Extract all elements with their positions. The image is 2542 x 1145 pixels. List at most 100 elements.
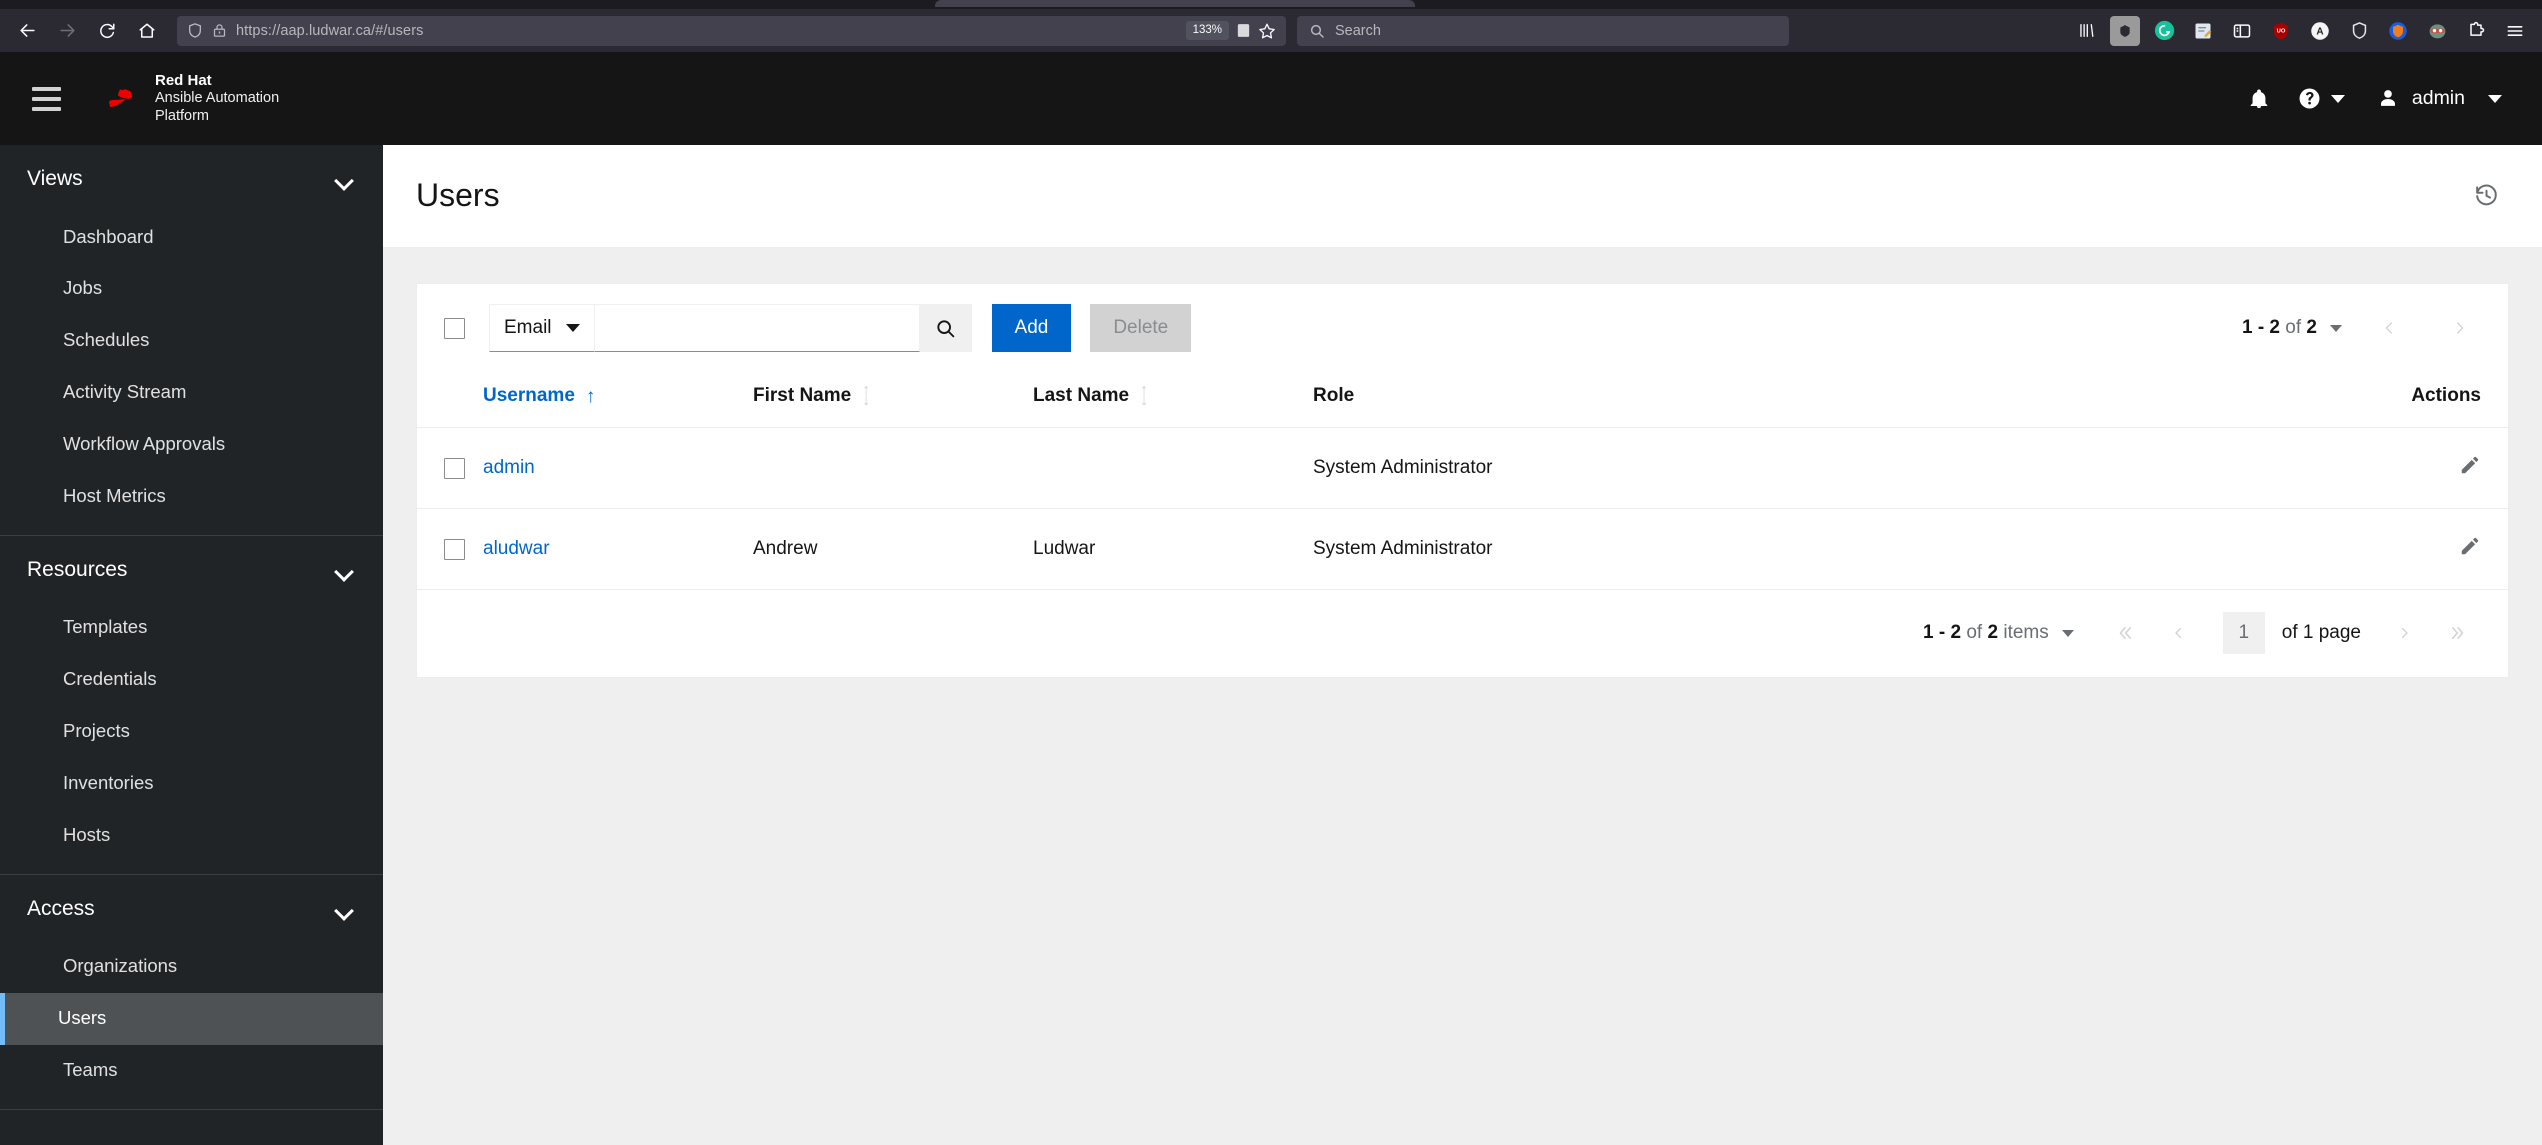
sidebar-item-hosts[interactable]: Hosts	[0, 809, 383, 861]
select-all-checkbox[interactable]	[444, 317, 465, 339]
chevron-down-icon	[335, 904, 352, 914]
user-menu-button[interactable]: admin	[2359, 69, 2516, 129]
sidebar-item-templates[interactable]: Templates	[0, 602, 383, 654]
sidebar-item-activity-stream[interactable]: Activity Stream	[0, 366, 383, 418]
users-table-head: Username ↑ First Name ↑ ↓ Last Name ↑ ↓ …	[417, 371, 2508, 428]
th-actions-label: Actions	[2411, 385, 2481, 406]
brand-logo[interactable]: Red Hat Ansible Automation Platform	[105, 72, 279, 126]
browser-tab[interactable]	[935, 0, 1415, 7]
shield-outline-icon[interactable]	[2344, 16, 2374, 46]
sidebar-item-teams[interactable]: Teams	[0, 1045, 383, 1097]
library-icon[interactable]	[2071, 16, 2101, 46]
back-arrow-icon[interactable]	[8, 15, 46, 47]
home-icon[interactable]	[128, 15, 166, 47]
sidebar-item-schedules[interactable]: Schedules	[0, 315, 383, 367]
reload-icon[interactable]	[88, 15, 126, 47]
edit-pencil-icon[interactable]	[2459, 454, 2481, 476]
privacy-badger-icon[interactable]	[2422, 16, 2452, 46]
user-link[interactable]: aludwar	[483, 538, 550, 559]
cell-first-name: Andrew	[753, 508, 1033, 589]
page-number-input[interactable]	[2222, 612, 2265, 654]
notes-edit-icon[interactable]	[2188, 16, 2218, 46]
red-hat-logo-icon	[105, 84, 143, 112]
edit-pencil-icon[interactable]	[2459, 535, 2481, 557]
sidebar-item-inventories[interactable]: Inventories	[0, 757, 383, 809]
row-select-checkbox[interactable]	[444, 538, 465, 560]
forward-arrow-icon[interactable]	[48, 15, 86, 47]
sidebar-icon[interactable]	[2227, 16, 2257, 46]
sidebar-item-organizations[interactable]: Organizations	[0, 941, 383, 993]
th-first-name[interactable]: First Name ↑ ↓	[753, 371, 1033, 428]
pagination-options-caret[interactable]	[2330, 324, 2342, 332]
filter-group: Email	[489, 304, 972, 352]
sidebar-item-projects[interactable]: Projects	[0, 706, 383, 758]
chevron-down-icon	[2330, 94, 2345, 103]
grammarly-icon[interactable]	[2149, 16, 2179, 46]
users-table-body: admin System Administrator aludwar Andre…	[417, 427, 2508, 589]
sidebar-item-credentials[interactable]: Credentials	[0, 654, 383, 706]
add-user-button[interactable]: Add	[991, 304, 1072, 352]
help-menu-button[interactable]	[2284, 69, 2359, 129]
reader-mode-icon[interactable]	[1235, 22, 1252, 39]
chevron-down-icon	[565, 324, 580, 332]
bitwarden-icon[interactable]	[2383, 16, 2413, 46]
th-last-name[interactable]: Last Name ↑ ↓	[1033, 371, 1313, 428]
adblock-icon[interactable]	[2110, 15, 2140, 46]
lock-warning-icon[interactable]	[212, 22, 227, 39]
delete-user-button: Delete	[1090, 304, 1192, 352]
pagination-previous-button	[2156, 610, 2202, 656]
chevron-down-icon	[335, 174, 352, 184]
svg-text:UO: UO	[2277, 28, 2286, 34]
brand-line-1: Red Hat	[155, 71, 212, 89]
address-bar[interactable]: https://aap.ludwar.ca/#/users 133%	[177, 15, 1286, 46]
search-button[interactable]	[919, 304, 972, 352]
page-title: Users	[416, 176, 500, 213]
zoom-level-badge[interactable]: 133%	[1185, 21, 1229, 40]
filter-attribute-select[interactable]: Email	[489, 304, 595, 352]
page-body: Views Dashboard Jobs Schedules Activity …	[0, 145, 2542, 1145]
bookmark-star-icon[interactable]	[1258, 22, 1276, 40]
activity-stream-history-icon[interactable]	[2464, 173, 2508, 217]
pagination-next-button	[2436, 305, 2482, 351]
sidebar-item-jobs[interactable]: Jobs	[0, 263, 383, 315]
brand-line-2: Ansible Automation	[155, 89, 280, 106]
th-username[interactable]: Username ↑	[483, 371, 753, 428]
svg-text:A: A	[2316, 26, 2323, 37]
th-username-label: Username	[483, 385, 575, 406]
footer-items-word: items	[2003, 622, 2049, 643]
row-checkbox-cell	[417, 508, 483, 589]
cell-role: System Administrator	[1313, 508, 2328, 589]
table-row: aludwar Andrew Ludwar System Administrat…	[417, 508, 2508, 589]
sidebar-item-host-metrics[interactable]: Host Metrics	[0, 470, 383, 522]
th-role: Role	[1313, 371, 2328, 428]
cell-last-name: Ludwar	[1033, 508, 1313, 589]
sidebar-group-header-views[interactable]: Views	[0, 145, 383, 211]
cell-first-name	[753, 427, 1033, 509]
th-checkbox	[417, 371, 483, 428]
notifications-bell-button[interactable]	[2234, 69, 2284, 129]
cell-role: System Administrator	[1313, 427, 2328, 509]
footer-pagination-options-caret[interactable]	[2061, 629, 2074, 637]
pagination-summary: 1 - 2 of 2	[2242, 317, 2317, 339]
puzzle-icon[interactable]	[2461, 16, 2491, 46]
chevron-down-icon	[2488, 94, 2502, 103]
app-menu-icon[interactable]	[2500, 16, 2530, 46]
sidebar-item-users[interactable]: Users	[0, 992, 383, 1045]
shield-icon[interactable]	[187, 22, 203, 39]
row-select-checkbox[interactable]	[444, 457, 465, 479]
bottom-pagination: 1 - 2 of 2 items of 1 page	[417, 589, 2508, 677]
user-link[interactable]: admin	[483, 457, 535, 478]
browser-tab-strip[interactable]	[0, 0, 2542, 9]
sidebar-group-header-resources[interactable]: Resources	[0, 536, 383, 602]
a-circle-icon[interactable]: A	[2305, 16, 2335, 46]
browser-search-bar[interactable]: Search	[1297, 15, 1789, 46]
sidebar-item-workflow-approvals[interactable]: Workflow Approvals	[0, 418, 383, 470]
cell-actions	[2328, 427, 2508, 509]
shield-red-icon[interactable]: UO	[2266, 16, 2296, 46]
sidebar-group-header-access[interactable]: Access	[0, 875, 383, 941]
nav-toggle-button[interactable]	[10, 63, 82, 135]
page-header: Users	[383, 145, 2542, 247]
sidebar-item-dashboard[interactable]: Dashboard	[0, 211, 383, 263]
sidebar-group-title: Access	[27, 896, 95, 920]
search-input[interactable]	[594, 304, 920, 352]
